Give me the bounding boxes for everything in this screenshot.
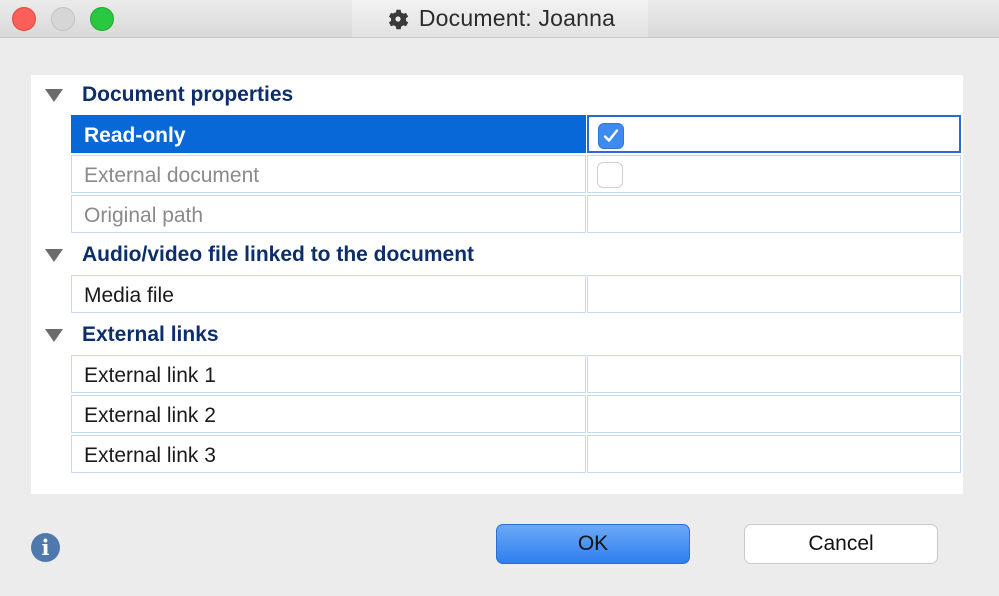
section-external-links[interactable]: External links bbox=[31, 316, 963, 354]
window-title: Document: Joanna bbox=[418, 5, 616, 31]
property-value-cell[interactable] bbox=[587, 115, 961, 153]
section-label: Document properties bbox=[82, 83, 294, 106]
property-row-external-link-3[interactable]: External link 3 bbox=[71, 435, 961, 473]
property-row-external-link-1[interactable]: External link 1 bbox=[71, 355, 961, 393]
property-row-original-path[interactable]: Original path bbox=[71, 195, 961, 233]
external-link-3-value[interactable] bbox=[587, 435, 961, 473]
property-row-external-link-2[interactable]: External link 2 bbox=[71, 395, 961, 433]
external-document-checkbox[interactable] bbox=[597, 162, 623, 188]
property-name-cell[interactable]: External document bbox=[71, 155, 586, 193]
section-document-properties[interactable]: Document properties bbox=[31, 76, 963, 114]
minimize-window-button[interactable] bbox=[51, 7, 75, 31]
info-icon[interactable]: i bbox=[31, 533, 60, 562]
property-row-read-only[interactable]: Read-only bbox=[71, 115, 961, 153]
close-window-button[interactable] bbox=[12, 7, 36, 31]
ok-button[interactable]: OK bbox=[496, 524, 690, 564]
property-row-external-document[interactable]: External document bbox=[71, 155, 961, 193]
property-label: External link 3 bbox=[84, 444, 216, 467]
property-label: External document bbox=[84, 164, 260, 187]
property-label: External link 1 bbox=[84, 364, 216, 387]
property-name-cell[interactable]: External link 2 bbox=[71, 395, 586, 433]
title-bar: Document: Joanna bbox=[0, 0, 999, 38]
window-title-area: Document: Joanna bbox=[352, 0, 648, 37]
property-row-media-file[interactable]: Media file bbox=[71, 275, 961, 313]
section-audio-video[interactable]: Audio/video file linked to the document bbox=[31, 236, 963, 274]
media-file-value[interactable] bbox=[587, 275, 961, 313]
disclosure-triangle-icon[interactable] bbox=[45, 89, 63, 102]
read-only-checkbox[interactable] bbox=[598, 123, 624, 149]
property-label: Read-only bbox=[84, 124, 186, 147]
property-name-cell[interactable]: Original path bbox=[71, 195, 586, 233]
cancel-button[interactable]: Cancel bbox=[744, 524, 938, 564]
external-link-2-value[interactable] bbox=[587, 395, 961, 433]
property-name-cell[interactable]: Read-only bbox=[71, 115, 586, 153]
property-value-cell[interactable] bbox=[587, 155, 961, 193]
property-label: External link 2 bbox=[84, 404, 216, 427]
checkmark-icon bbox=[603, 129, 619, 142]
original-path-value[interactable] bbox=[587, 195, 961, 233]
property-list: Document properties Read-only External d… bbox=[31, 75, 963, 494]
zoom-window-button[interactable] bbox=[90, 7, 114, 31]
gear-icon bbox=[388, 9, 409, 29]
external-link-1-value[interactable] bbox=[587, 355, 961, 393]
disclosure-triangle-icon[interactable] bbox=[45, 249, 63, 262]
property-name-cell[interactable]: External link 3 bbox=[71, 435, 586, 473]
property-label: Original path bbox=[84, 204, 204, 227]
property-name-cell[interactable]: External link 1 bbox=[71, 355, 586, 393]
section-label: Audio/video file linked to the document bbox=[82, 243, 475, 266]
property-label: Media file bbox=[84, 284, 174, 307]
property-name-cell[interactable]: Media file bbox=[71, 275, 586, 313]
section-label: External links bbox=[82, 323, 219, 346]
disclosure-triangle-icon[interactable] bbox=[45, 329, 63, 342]
